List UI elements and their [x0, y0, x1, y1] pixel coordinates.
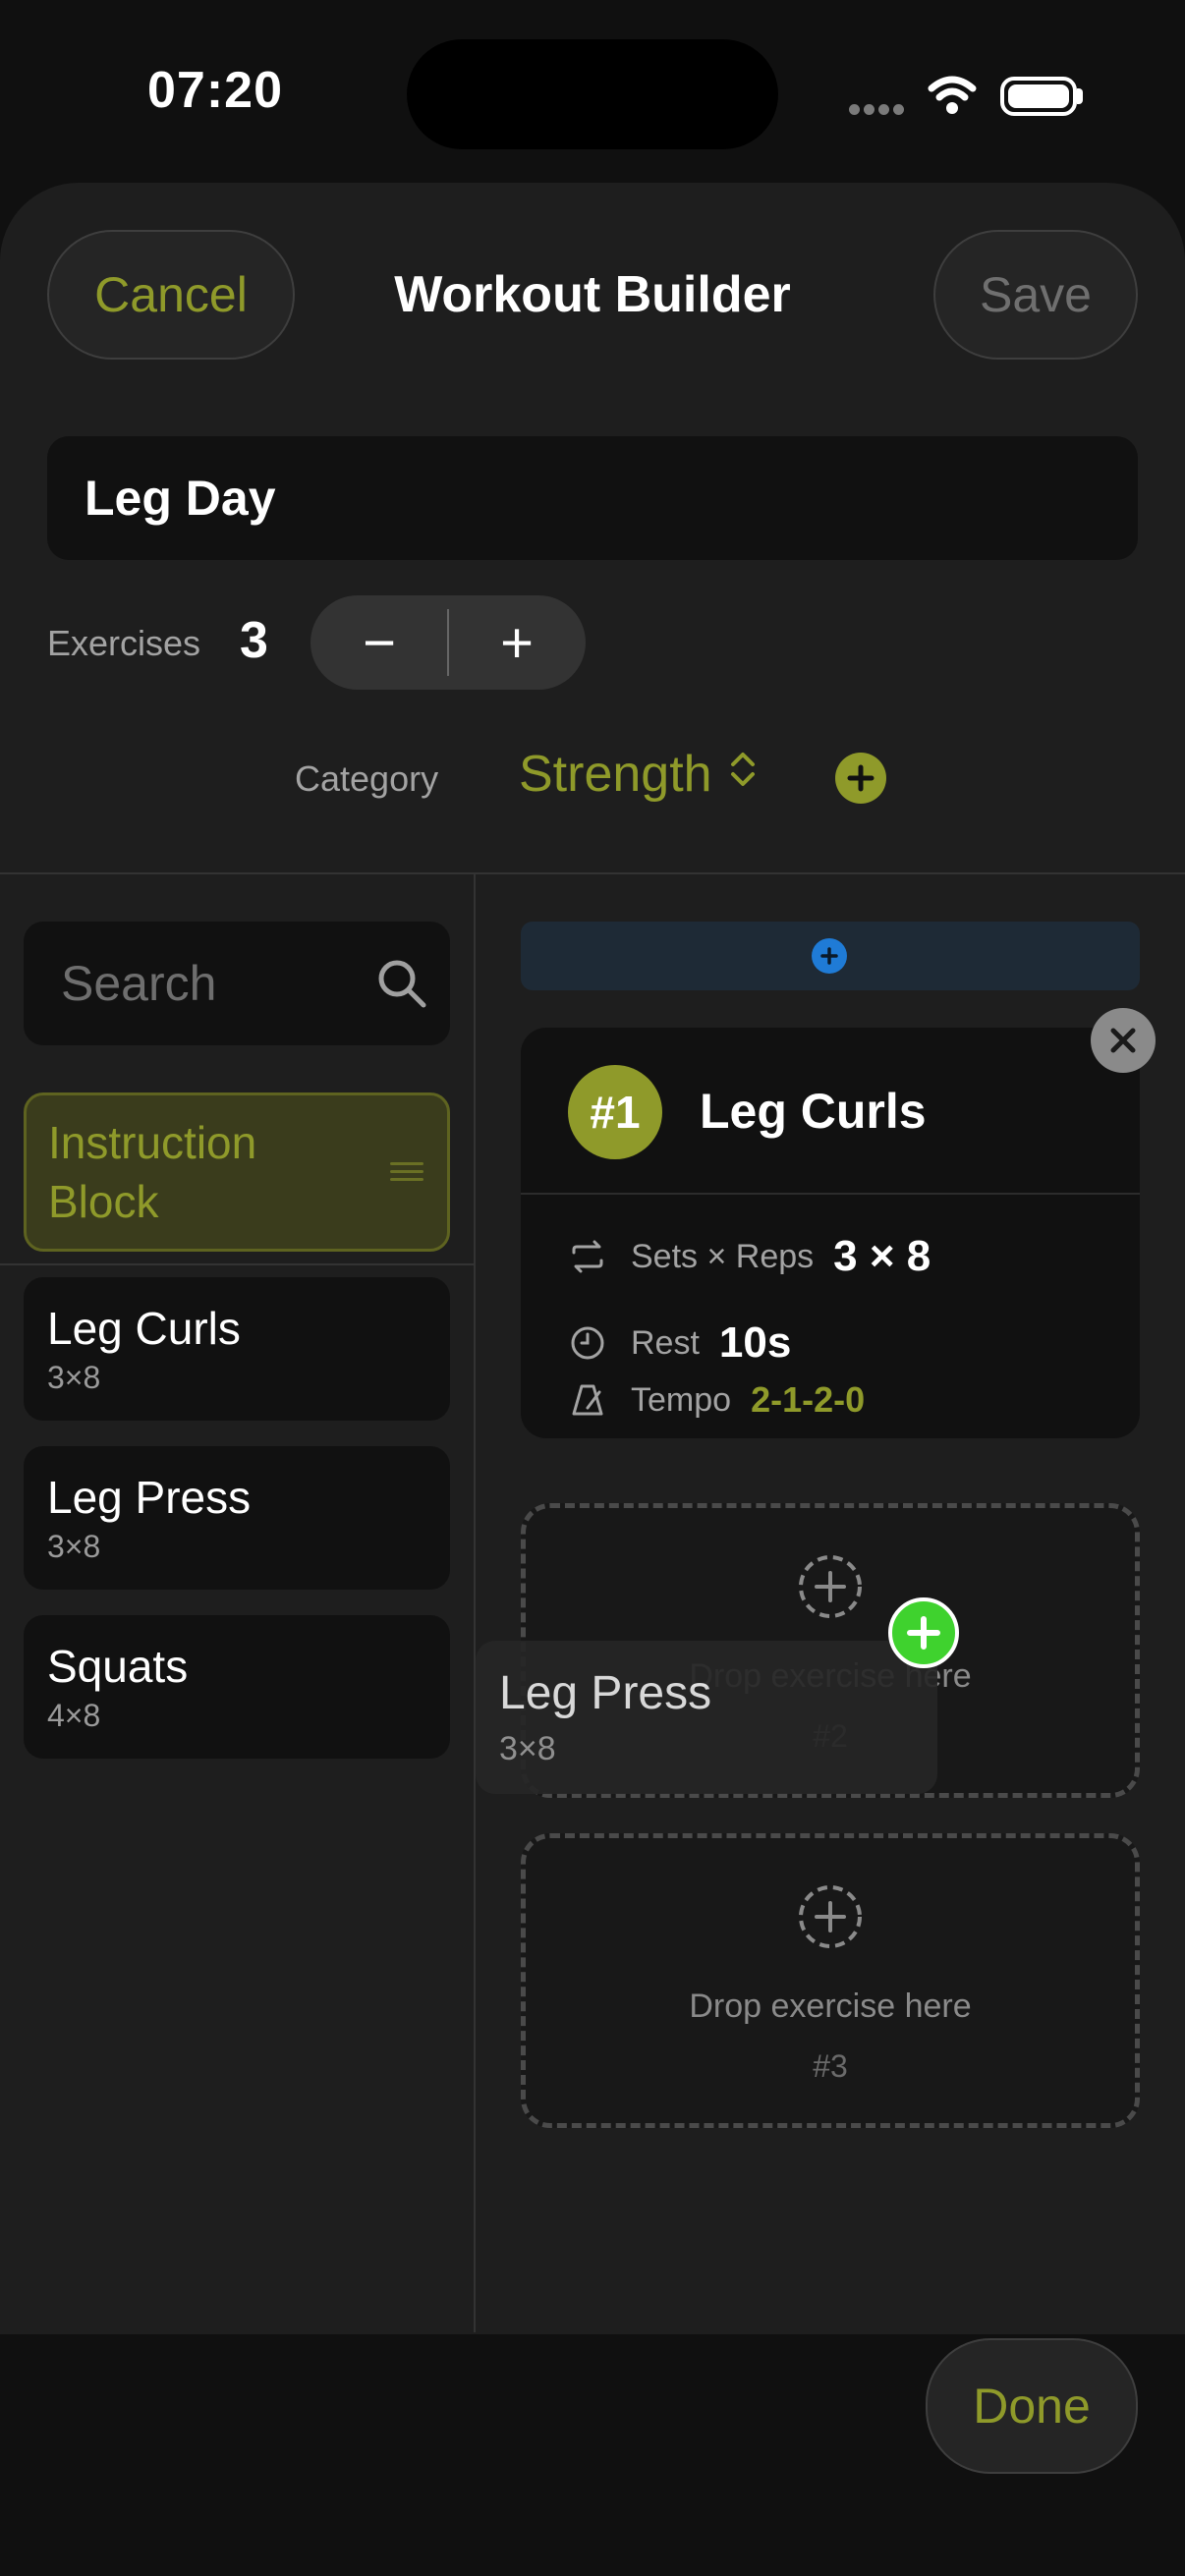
rest-value: 10s — [718, 1318, 792, 1367]
metronome-icon — [572, 1384, 603, 1416]
instruction-block-label: Instruction Block — [48, 1117, 257, 1227]
tempo-row[interactable]: Tempo 2-1-2-0 — [568, 1379, 865, 1421]
search-icon — [378, 960, 426, 1008]
library-item-name: Leg Curls — [47, 1303, 241, 1354]
wifi-icon — [928, 76, 977, 114]
library-item-name: Squats — [47, 1641, 189, 1692]
battery-tip — [1077, 88, 1083, 104]
card-divider — [521, 1193, 1140, 1195]
cellular-signal-icon — [849, 102, 908, 116]
exercises-stepper: − + — [310, 595, 586, 690]
repeat-icon — [572, 1240, 603, 1273]
clock-icon — [571, 1326, 604, 1360]
remove-exercise-button[interactable] — [1091, 1008, 1156, 1073]
plus-icon — [812, 938, 847, 974]
decrement-button[interactable]: − — [310, 595, 448, 690]
plus-icon — [847, 764, 875, 792]
library-item-name: Leg Press — [47, 1472, 252, 1523]
library-item-scheme: 4×8 — [47, 1698, 101, 1733]
dragged-exercise-preview[interactable]: Leg Press 3×8 — [476, 1641, 937, 1794]
exercise-order-badge: #1 — [568, 1065, 662, 1159]
workout-name-field[interactable]: Leg Day — [47, 436, 1138, 560]
library-item-scheme: 3×8 — [47, 1360, 101, 1395]
library-item-leg-curls[interactable]: Leg Curls 3×8 — [24, 1277, 450, 1421]
library-item-scheme: 3×8 — [47, 1529, 101, 1564]
search-placeholder: Search — [61, 956, 217, 1011]
page-title: Workout Builder — [394, 266, 791, 323]
library-item-leg-press[interactable]: Leg Press 3×8 — [24, 1446, 450, 1590]
search-field[interactable]: Search — [24, 922, 450, 1045]
category-picker[interactable]: Strength — [519, 745, 712, 804]
cancel-button[interactable]: Cancel — [47, 230, 295, 360]
column-divider — [474, 874, 476, 2332]
dynamic-island — [407, 39, 778, 149]
add-circle-dashed-icon — [799, 1885, 862, 1948]
increment-button[interactable]: + — [448, 595, 586, 690]
dragged-exercise-scheme: 3×8 — [499, 1730, 556, 1767]
status-time: 07:20 — [147, 62, 283, 119]
drop-add-indicator — [888, 1597, 959, 1668]
battery-icon — [1000, 77, 1077, 116]
drop-zone-text: Drop exercise here — [689, 1988, 972, 2025]
sets-reps-value: 3 × 8 — [833, 1232, 931, 1280]
library-item-squats[interactable]: Squats 4×8 — [24, 1615, 450, 1759]
save-button[interactable]: Save — [933, 230, 1138, 360]
add-circle-dashed-icon — [799, 1555, 862, 1618]
instruction-block-item[interactable]: Instruction Block — [24, 1092, 450, 1252]
tempo-value: 2-1-2-0 — [751, 1379, 866, 1420]
sets-reps-row[interactable]: Sets × Reps 3 × 8 — [568, 1232, 931, 1281]
drop-zone-3[interactable]: Drop exercise here #3 — [521, 1833, 1140, 2128]
done-button[interactable]: Done — [926, 2338, 1138, 2474]
exercises-label: Exercises — [47, 623, 201, 663]
rest-label: Rest — [631, 1323, 700, 1362]
tempo-label: Tempo — [631, 1380, 732, 1419]
rest-row[interactable]: Rest 10s — [568, 1318, 791, 1368]
close-icon — [1110, 1028, 1136, 1053]
drop-zone-number: #3 — [813, 2048, 848, 2084]
section-divider — [0, 872, 1185, 874]
category-label: Category — [295, 758, 439, 799]
add-category-button[interactable] — [835, 753, 886, 804]
workout-builder-sheet: Cancel Workout Builder Save Leg Day Exer… — [0, 183, 1185, 2576]
library-separator — [0, 1263, 474, 1265]
drag-handle-icon[interactable] — [390, 1162, 423, 1182]
exercises-count: 3 — [240, 612, 268, 669]
chevron-up-down-icon[interactable] — [725, 745, 761, 794]
insert-drop-target[interactable] — [521, 922, 1140, 990]
sets-reps-label: Sets × Reps — [631, 1237, 815, 1275]
plus-icon — [907, 1616, 940, 1650]
exercise-card-title: Leg Curls — [700, 1084, 927, 1139]
exercise-card[interactable]: #1 Leg Curls Sets × Reps 3 × 8 Rest 10s … — [521, 1028, 1140, 1438]
dragged-exercise-name: Leg Press — [499, 1667, 712, 1719]
